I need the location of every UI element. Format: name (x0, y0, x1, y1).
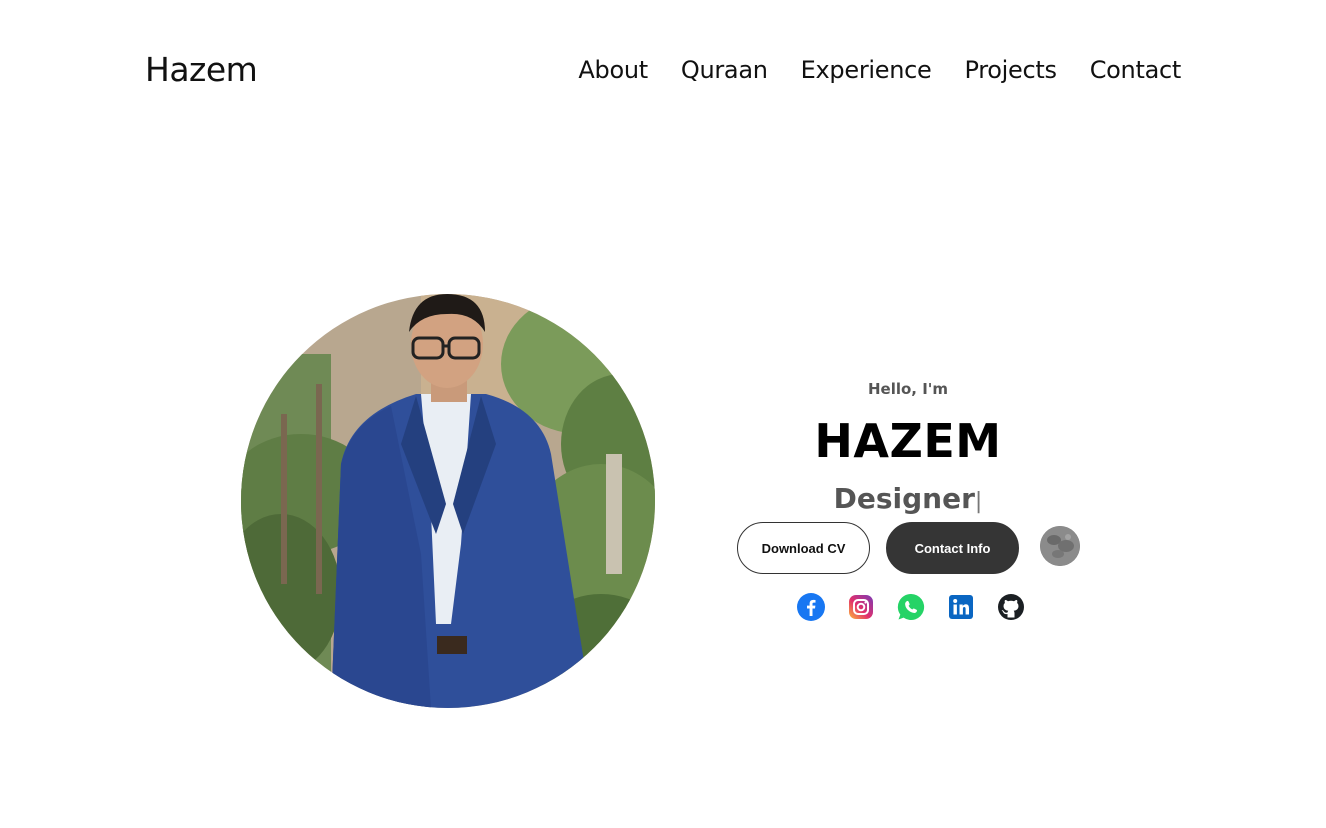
nav-projects[interactable]: Projects (965, 56, 1058, 84)
hero-role: Designer| (731, 482, 1085, 515)
download-cv-button[interactable]: Download CV (737, 522, 870, 574)
profile-photo (241, 294, 655, 708)
facebook-icon[interactable] (796, 592, 826, 622)
linkedin-icon[interactable] (946, 592, 976, 622)
page: Hazem About Quraan Experience Projects C… (0, 0, 1326, 828)
moon-icon[interactable] (1040, 526, 1080, 566)
nav-experience[interactable]: Experience (801, 56, 932, 84)
instagram-icon[interactable] (846, 592, 876, 622)
main-nav: About Quraan Experience Projects Contact (578, 56, 1181, 84)
greeting-text: Hello, I'm (867, 380, 949, 398)
whatsapp-icon[interactable] (896, 592, 926, 622)
typing-cursor: | (974, 489, 983, 514)
github-icon[interactable] (996, 592, 1026, 622)
site-logo[interactable]: Hazem (145, 50, 258, 89)
role-text: Designer (833, 482, 975, 515)
nav-about[interactable]: About (578, 56, 648, 84)
hero-name: HAZEM (814, 414, 1002, 468)
social-links (796, 592, 1026, 622)
nav-contact[interactable]: Contact (1090, 56, 1182, 84)
contact-info-button[interactable]: Contact Info (886, 522, 1019, 574)
nav-quraan[interactable]: Quraan (681, 56, 768, 84)
